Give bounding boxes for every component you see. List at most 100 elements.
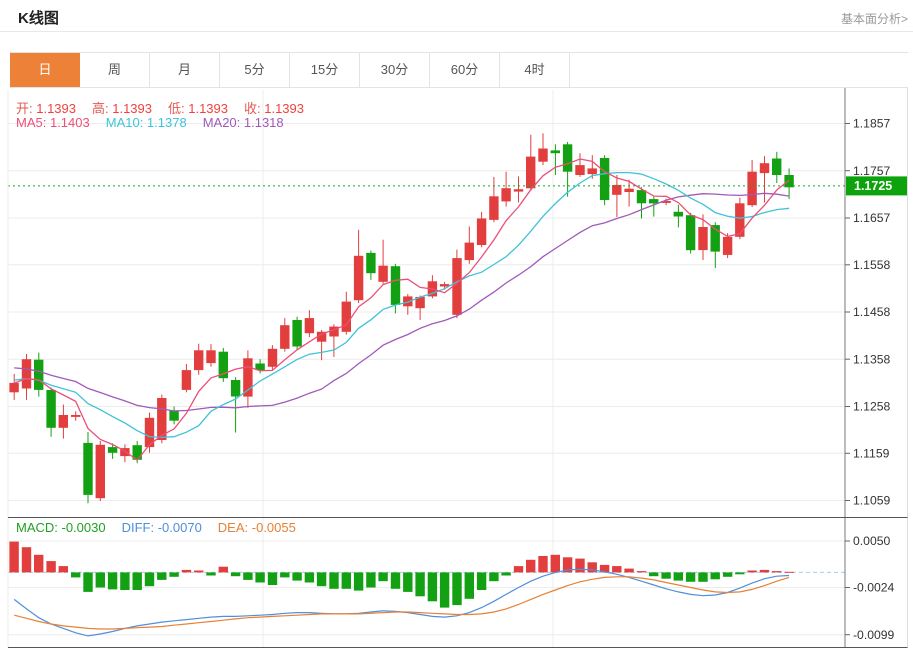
macd-bar [538,556,547,572]
macd-bar [9,542,18,573]
candle-body [674,212,683,217]
macd-bar [649,572,658,576]
candle-body [59,415,68,428]
fundamental-analysis-link[interactable]: 基本面分析> [841,10,908,27]
candle-body [342,302,351,332]
macd-bar [698,572,707,581]
macd-histogram [9,542,793,608]
macd-bar [22,547,31,572]
candle-body [575,165,584,175]
macd-bar [711,572,720,579]
candle-body [600,158,609,200]
macd-bar [415,572,424,596]
candle-body [649,199,658,203]
price-tick-label: 1.1757 [853,164,890,178]
candle-body [465,243,474,261]
macd-bar [501,572,510,575]
current-price-tag: 1.1725 [846,176,907,195]
candle-body [477,219,486,246]
candle-body [268,349,277,367]
tab-15分[interactable]: 15分 [290,53,360,87]
macd-bar [772,571,781,572]
candle-body [747,172,756,206]
price-tick-label: 1.1159 [853,447,890,461]
macd-bar [526,560,535,573]
candle-body [366,253,375,273]
macd-bar [514,566,523,572]
current-price-tag-text: 1.1725 [854,179,892,193]
macd-bar [723,572,732,576]
page-title: K线图 [18,7,59,28]
tab-4时[interactable]: 4时 [500,53,570,87]
tab-30分[interactable]: 30分 [360,53,430,87]
macd-bar [182,570,191,573]
tab-60分[interactable]: 60分 [430,53,500,87]
macd-bar [403,572,412,592]
macd-bar [219,567,228,573]
candle-body [46,390,55,428]
ma10-line [14,173,789,438]
candle-body [538,149,547,162]
candle-body [588,168,597,174]
macd-bar [477,572,486,590]
dea-line [14,577,789,629]
macd-bar [206,572,215,575]
macd-bar [268,572,277,585]
macd-bar [637,571,646,572]
price-tick-label: 1.1358 [853,352,890,366]
candle-body [292,320,301,347]
price-tick-label: 1.1059 [853,494,890,508]
macd-bar [342,572,351,588]
kline-chart[interactable]: 1.18571.17571.16571.15581.14581.13581.12… [0,88,913,654]
diff-line [14,569,789,636]
macd-bar [108,572,117,589]
tab-周[interactable]: 周 [80,53,150,87]
macd-bar [452,572,461,605]
candle-body [194,350,203,370]
macd-bar [465,572,474,598]
macd-bar [145,572,154,586]
price-tick-label: 1.1657 [853,211,890,225]
macd-bar [575,559,584,573]
candle-body [34,360,43,390]
interval-tab-bar: 日周月5分15分30分60分4时 [10,52,908,88]
price-tick-label: 1.1258 [853,400,890,414]
macd-bar [391,572,400,588]
macd-bar [46,561,55,572]
candle-body [108,447,117,453]
macd-bar [378,572,387,581]
macd-bar [329,572,338,588]
macd-bar [120,572,129,590]
candle-body [563,144,572,171]
macd-tick-label: -0.0099 [853,628,895,642]
candle-body [280,325,289,349]
macd-bar [255,572,264,582]
candle-body [624,189,633,192]
price-tick-label: 1.1857 [853,117,890,131]
tab-月[interactable]: 月 [150,53,220,87]
candle-body [83,443,92,495]
tab-日[interactable]: 日 [10,53,80,87]
macd-bar [428,572,437,601]
macd-bar [243,572,252,580]
candle-body [169,410,178,420]
macd-bar [747,571,756,573]
candle-body [760,163,769,173]
kline-page: K线图 基本面分析> 日周月5分15分30分60分4时 1.1857 1.1757… [0,0,913,654]
candle-body [243,358,252,396]
candle-body [551,150,560,153]
candle-body [96,445,105,498]
macd-bar [317,572,326,586]
candle-body [206,350,215,363]
macd-bar [440,572,449,607]
macd-bar [169,572,178,576]
tab-5分[interactable]: 5分 [220,53,290,87]
macd-bar [551,555,560,573]
candle-body [501,188,510,201]
price-tick-label: 1.1558 [853,258,890,272]
macd-bar [292,572,301,580]
candle-body [526,157,535,189]
macd-bar [305,572,314,582]
macd-bar [354,572,363,590]
candle-body [735,203,744,237]
